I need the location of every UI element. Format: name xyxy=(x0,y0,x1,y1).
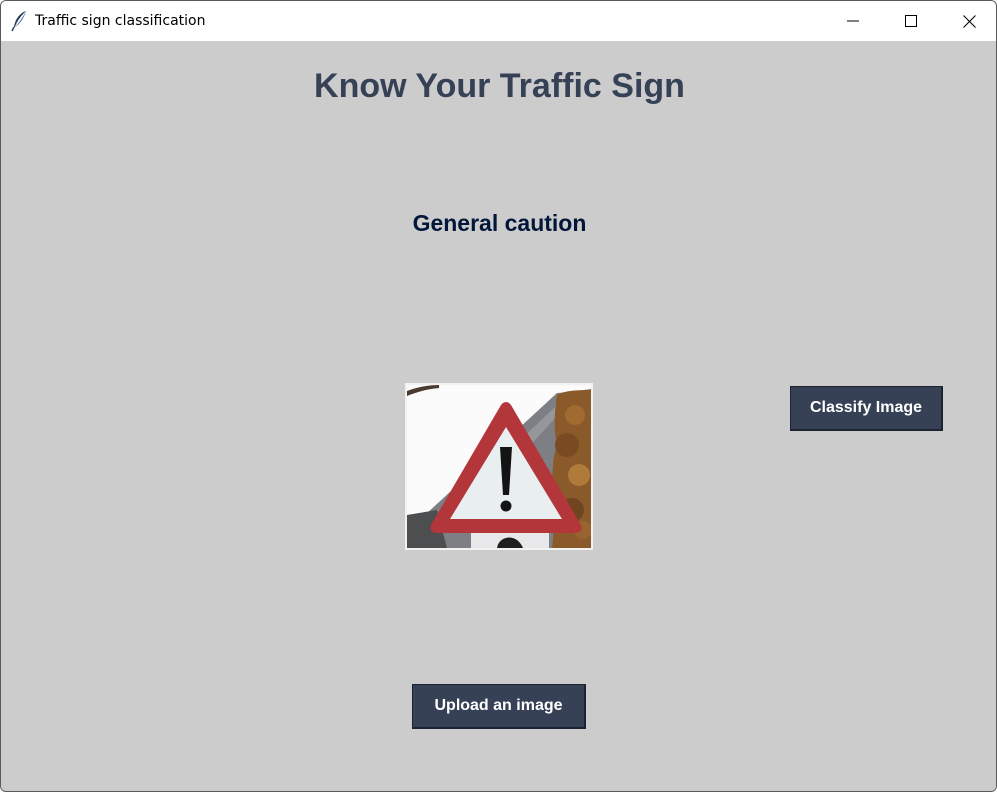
classify-image-button[interactable]: Classify Image xyxy=(790,386,943,431)
general-caution-sign-image xyxy=(407,385,591,548)
minimize-button[interactable] xyxy=(824,1,882,41)
uploaded-sign-image xyxy=(405,383,593,550)
upload-image-button[interactable]: Upload an image xyxy=(412,684,586,729)
title-bar[interactable]: Traffic sign classification xyxy=(1,1,996,41)
close-icon xyxy=(962,14,976,28)
app-window: Traffic sign classification Know Your Tr… xyxy=(0,0,997,792)
window-title: Traffic sign classification xyxy=(35,13,206,29)
close-button[interactable] xyxy=(940,1,996,41)
feather-icon xyxy=(11,11,26,32)
page-title: Know Your Traffic Sign xyxy=(314,67,685,105)
maximize-icon xyxy=(905,15,917,27)
classification-result: General caution xyxy=(412,210,587,236)
main-content: Know Your Traffic Sign General caution C… xyxy=(1,41,996,791)
maximize-button[interactable] xyxy=(882,1,940,41)
minimize-icon xyxy=(847,20,859,22)
